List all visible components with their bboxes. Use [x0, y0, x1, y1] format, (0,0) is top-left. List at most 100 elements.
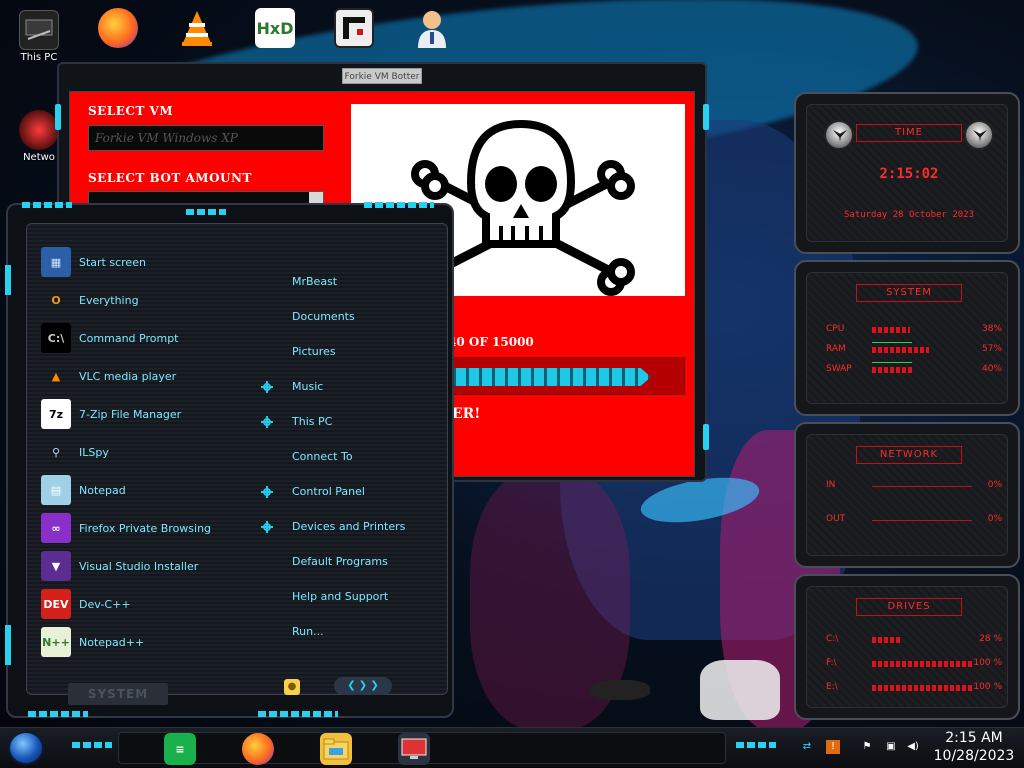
start-menu-item[interactable]: 7z 7-Zip File Manager: [41, 397, 251, 431]
target-marker-icon: [261, 486, 273, 498]
start-menu-place[interactable]: Pictures: [292, 345, 336, 358]
progress-bar-fill: [443, 368, 651, 386]
widget-row: F:\ 100 %: [826, 658, 1002, 670]
usage-bar: [872, 347, 929, 353]
start-menu-place[interactable]: Music: [292, 380, 323, 393]
start-menu-item-label: 7-Zip File Manager: [79, 407, 182, 421]
network-icon: [19, 110, 59, 150]
file-explorer-icon[interactable]: [320, 733, 352, 765]
target-marker-icon: [261, 521, 273, 533]
widget-clock: 2:15:02: [879, 166, 939, 182]
notepad-icon: ▤: [41, 475, 71, 505]
widget-row-key: OUT: [826, 514, 846, 524]
remote-desktop-icon[interactable]: [398, 733, 430, 765]
widget-row-key: CPU: [826, 324, 845, 334]
start-menu-place[interactable]: Devices and Printers: [292, 520, 405, 533]
clock-date: 10/28/2023: [933, 748, 1015, 764]
widget-row-value: 100 %: [973, 682, 1002, 692]
start-orb-button[interactable]: [8, 731, 44, 765]
start-menu-place[interactable]: MrBeast: [292, 275, 337, 288]
start-menu-item-label: Notepad: [79, 483, 126, 497]
start-menu-item[interactable]: O Everything: [41, 283, 251, 317]
firefox-icon[interactable]: [242, 733, 274, 765]
network-tray-icon[interactable]: ▣: [884, 740, 898, 754]
usage-bar: [872, 661, 972, 667]
search-magnifier-icon: O: [51, 293, 61, 307]
select-vm-label: SELECT VM: [88, 104, 174, 118]
network-graph-line: [872, 486, 972, 487]
widget-row-key: IN: [826, 480, 836, 490]
usage-bar: [872, 367, 912, 373]
widget-row-value: 0%: [987, 514, 1002, 524]
desktop-icon-app[interactable]: [327, 8, 381, 48]
target-marker-icon: [261, 416, 273, 428]
start-menu-programs: ▦ Start screen O Everything C:\ Command Promp…: [41, 245, 251, 685]
desktop-icon-user[interactable]: [405, 8, 459, 48]
volume-icon[interactable]: ◀): [906, 740, 920, 754]
widget-row: RAM 57%: [826, 342, 1002, 356]
start-menu-place[interactable]: Run...: [292, 625, 324, 638]
widget-row-value: 38%: [981, 324, 1002, 334]
start-menu-place[interactable]: Connect To: [292, 450, 353, 463]
system-monitor-widget: TIME 2:15:02 Saturday 28 October 2023 SY…: [794, 92, 1020, 722]
desktop-icon-this-pc[interactable]: This PC: [12, 10, 66, 63]
window-title[interactable]: Forkie VM Botter: [342, 68, 422, 84]
select-bot-amount-label: SELECT BOT AMOUNT: [88, 171, 252, 185]
start-menu-place[interactable]: Help and Support: [292, 590, 388, 603]
this-pc-icon: [19, 10, 59, 50]
tray-app-icon[interactable]: !: [826, 740, 840, 754]
start-menu-place[interactable]: Default Programs: [292, 555, 388, 568]
network-title: NETWORK: [856, 446, 962, 464]
nav-arrows-icon[interactable]: ❮ ❯ ❯: [334, 677, 392, 695]
system-label: SYSTEM: [68, 683, 168, 705]
vm-select-field[interactable]: Forkie VM Windows XP: [88, 125, 324, 151]
widget-row: E:\ 100 %: [826, 682, 1002, 694]
start-menu-item[interactable]: ▦ Start screen: [41, 245, 251, 279]
sticky-notes-icon[interactable]: ≡: [164, 733, 196, 765]
start-menu-place[interactable]: This PC: [292, 415, 332, 428]
start-screen-icon: ▦: [41, 247, 71, 277]
desktop-icon-firefox[interactable]: [91, 8, 145, 48]
time-title: TIME: [856, 124, 962, 142]
start-menu-item-label: Visual Studio Installer: [79, 559, 199, 573]
start-menu-item[interactable]: ∞ Firefox Private Browsing: [41, 511, 251, 545]
start-menu-item[interactable]: DEV Dev-C++: [41, 587, 251, 621]
start-menu-item[interactable]: ⚲ ILSpy: [41, 435, 251, 469]
desktop-icon-vlc[interactable]: [170, 8, 224, 48]
alien-head-icon: [964, 120, 994, 150]
widget-row-key: F:\: [826, 658, 837, 668]
visual-studio-icon: ▼: [41, 551, 71, 581]
firefox-icon: [98, 8, 138, 48]
start-menu-item[interactable]: ▼ Visual Studio Installer: [41, 549, 251, 583]
desktop-icon-hxd[interactable]: HxD: [248, 8, 302, 48]
start-menu-item[interactable]: ▤ Notepad: [41, 473, 251, 507]
usage-graph-line: [872, 362, 912, 363]
start-menu-place[interactable]: Documents: [292, 310, 355, 323]
widget-row-value: 100 %: [973, 658, 1002, 668]
vlc-icon: [177, 8, 217, 48]
widget-row-value: 40%: [981, 364, 1002, 374]
start-menu-item-label: Firefox Private Browsing: [79, 521, 212, 535]
tray-expand-icon[interactable]: ⇄: [800, 740, 814, 754]
terminal-icon: C:\: [41, 323, 71, 353]
user-doctor-icon: [412, 8, 452, 48]
taskbar-clock[interactable]: 2:15 AM 10/28/2023: [930, 729, 1018, 765]
start-menu-place[interactable]: Control Panel: [292, 485, 365, 498]
target-marker-icon: [261, 381, 273, 393]
notepad-plus-icon: N++: [41, 627, 71, 657]
power-icon[interactable]: ●: [284, 679, 300, 695]
start-menu-item[interactable]: ▲ VLC media player: [41, 359, 251, 393]
widget-row: C:\ 28 %: [826, 634, 1002, 646]
action-center-flag-icon[interactable]: ⚑: [860, 740, 874, 754]
widget-row-key: E:\: [826, 682, 838, 692]
start-menu-item[interactable]: N++ Notepad++: [41, 625, 251, 659]
progress-text: 40 OF 15000: [448, 335, 534, 349]
start-menu-item-label: Everything: [79, 293, 139, 307]
seven-zip-icon: 7z: [41, 399, 71, 429]
widget-row: OUT 0%: [826, 514, 1002, 526]
usage-bar: [872, 327, 910, 333]
widget-date: Saturday 28 October 2023: [843, 210, 975, 220]
widget-row-key: C:\: [826, 634, 839, 644]
usage-graph-line: [872, 342, 912, 343]
start-menu-item[interactable]: C:\ Command Prompt: [41, 321, 251, 355]
